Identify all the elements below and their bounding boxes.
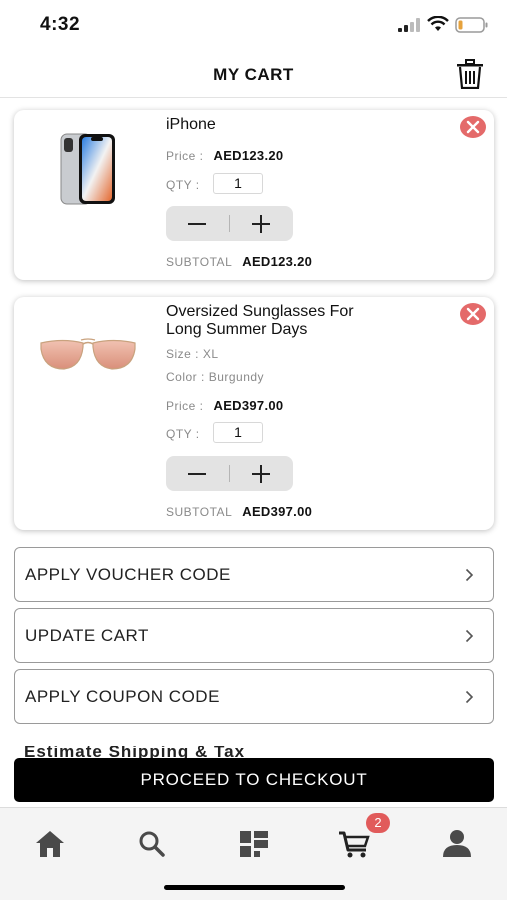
chevron-right-icon [465,629,474,643]
minus-icon [188,473,206,475]
size-value: XL [202,347,219,361]
qty-input[interactable]: 1 [213,422,263,443]
color-label: Color : [166,370,205,384]
option-label: UPDATE CART [25,626,149,645]
categories-icon[interactable] [236,826,272,862]
chevron-right-icon [465,690,474,704]
signal-icon [398,18,420,32]
status-bar: 4:32 [0,0,507,50]
apply-voucher-button[interactable]: APPLY VOUCHER CODE [14,547,494,602]
estimate-shipping-label: Estimate Shipping & Tax [24,746,246,758]
sunglasses-image [40,338,136,370]
qty-label: QTY : [166,178,200,192]
decrease-button[interactable] [166,456,229,491]
status-time: 4:32 [40,14,81,35]
product-name-line1: Oversized Sunglasses For [166,303,354,320]
proceed-to-checkout-button[interactable]: PROCEED TO CHECKOUT [14,758,494,802]
quantity-stepper [166,206,293,241]
qty-label: QTY : [166,427,200,441]
decrease-button[interactable] [166,206,229,241]
page-title: MY CART [213,65,294,84]
subtotal-value: AED397.00 [242,504,313,519]
estimate-shipping-row[interactable]: Estimate Shipping & Tax [24,746,484,758]
plus-icon-vertical [260,215,262,233]
minus-icon [188,223,206,225]
trash-icon[interactable] [456,59,484,89]
remove-item-button[interactable] [460,303,486,325]
plus-icon-vertical [260,465,262,483]
color-value: Burgundy [208,370,265,384]
cart-item-sunglasses: Oversized Sunglasses For Long Summer Day… [14,297,494,530]
header: MY CART [0,50,507,98]
product-name-line2: Long Summer Days [166,321,308,338]
iphone-image [60,133,115,205]
chevron-right-icon [465,568,474,582]
subtotal-row: SUBTOTAL AED123.20 [166,254,312,269]
update-cart-button[interactable]: UPDATE CART [14,608,494,663]
close-icon [466,307,480,321]
price-label: Price : [166,399,204,413]
apply-coupon-button[interactable]: APPLY COUPON CODE [14,669,494,724]
price-value: AED123.20 [213,148,284,163]
price-row: Price : AED123.20 [166,148,283,163]
price-value: AED397.00 [213,398,284,413]
close-icon [466,120,480,134]
option-label: APPLY VOUCHER CODE [25,565,231,584]
home-indicator [164,885,345,890]
wifi-icon [427,16,449,31]
cart-item-iphone: iPhone Price : AED123.20 QTY : 1 SUBTOTAL… [14,110,494,280]
home-icon[interactable] [32,826,68,862]
increase-button[interactable] [230,206,293,241]
subtotal-value: AED123.20 [242,254,313,269]
battery-icon [455,17,488,33]
subtotal-label: SUBTOTAL [166,255,233,269]
cart-badge: 2 [366,813,390,833]
product-name[interactable]: iPhone [166,116,216,134]
price-row: Price : AED397.00 [166,398,283,413]
quantity-stepper [166,456,293,491]
subtotal-row: SUBTOTAL AED397.00 [166,504,312,519]
cart-icon[interactable] [337,826,373,862]
subtotal-label: SUBTOTAL [166,505,233,519]
account-icon[interactable] [439,826,475,862]
size-row: Size : XL [166,347,219,361]
product-name[interactable]: Oversized Sunglasses For Long Summer Day… [166,303,354,339]
remove-item-button[interactable] [460,116,486,138]
search-icon[interactable] [134,826,170,862]
price-label: Price : [166,149,204,163]
size-label: Size : [166,347,200,361]
option-label: APPLY COUPON CODE [25,687,220,706]
qty-input[interactable]: 1 [213,173,263,194]
color-row: Color : Burgundy [166,370,264,384]
increase-button[interactable] [230,456,293,491]
